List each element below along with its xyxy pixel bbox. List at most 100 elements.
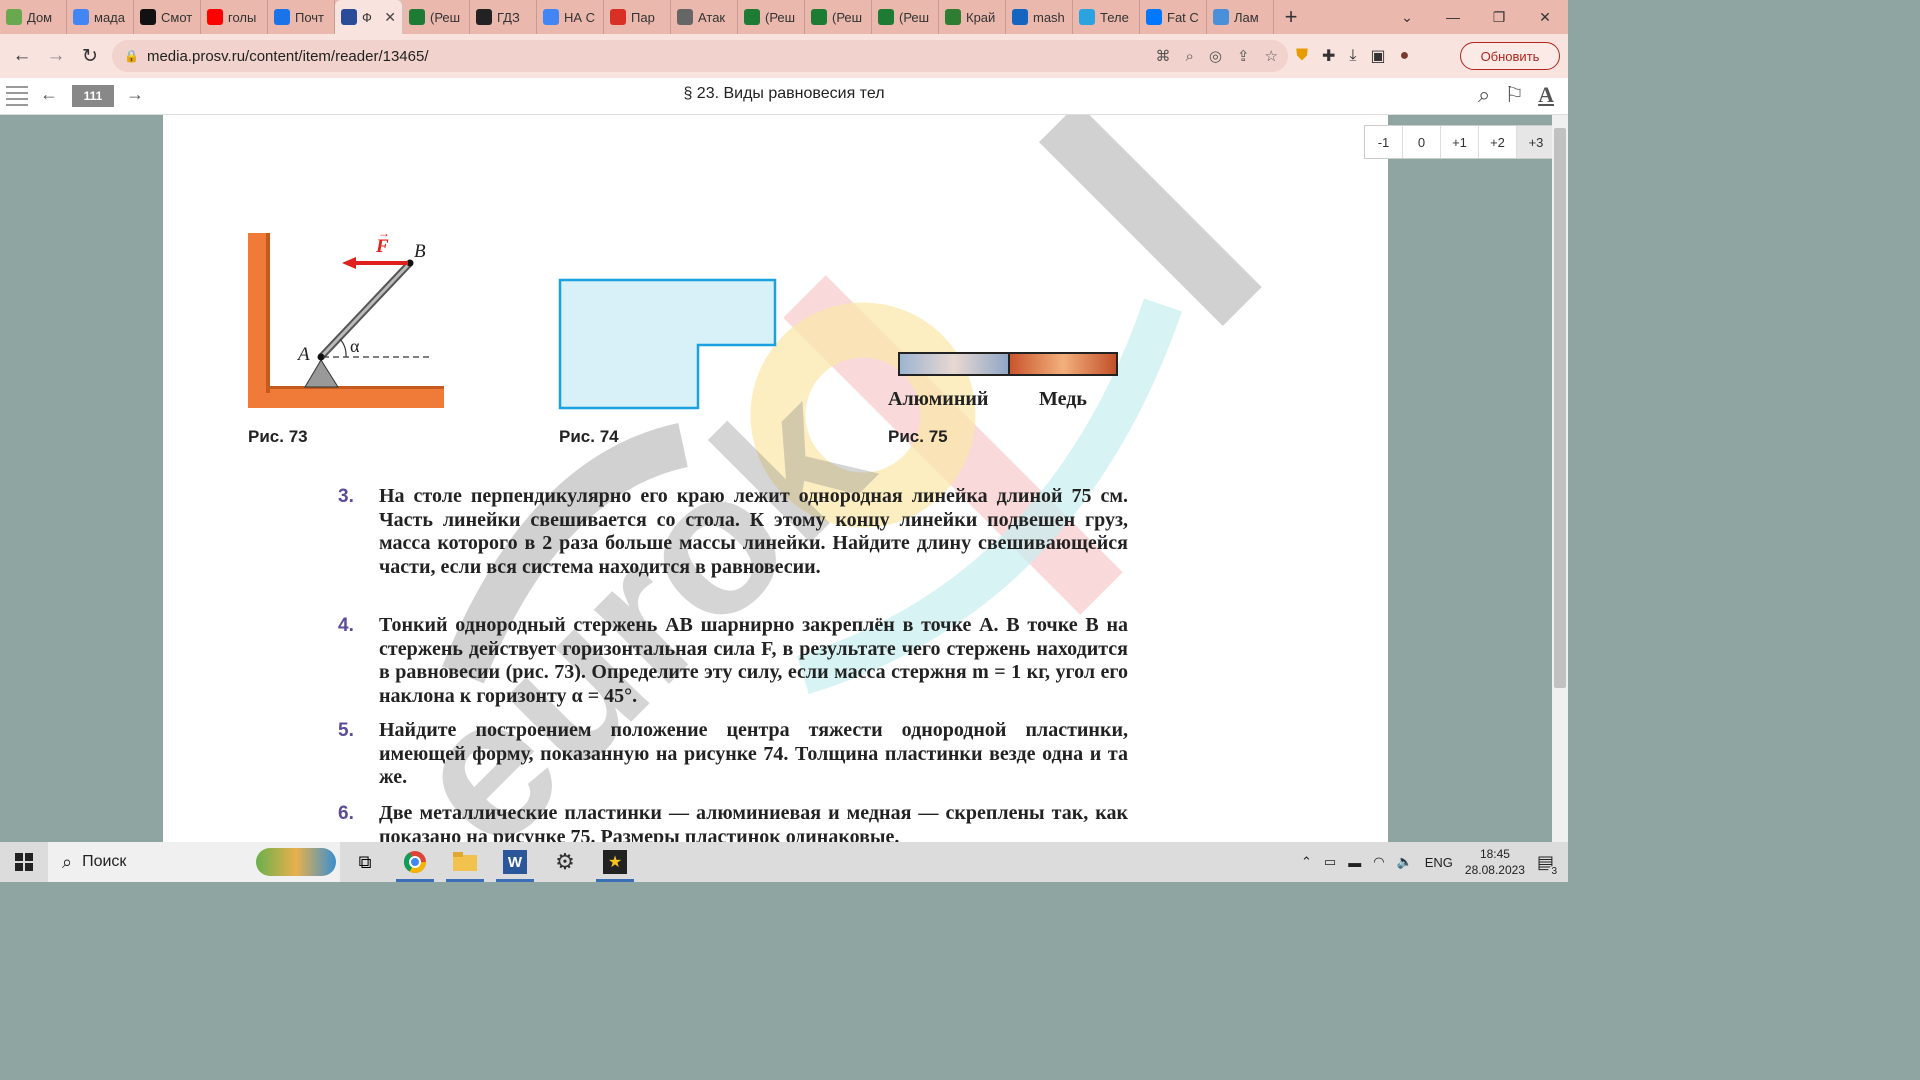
search-highlight-image — [256, 848, 336, 876]
zoom-plus-3[interactable]: +3 — [1517, 126, 1555, 158]
scroll-thumb[interactable] — [1554, 128, 1566, 688]
reading-mode-icon[interactable]: ◎ — [1209, 47, 1222, 65]
tab-label: Атак — [698, 9, 726, 25]
angle-arc — [339, 338, 347, 358]
new-tab-button[interactable]: + — [1274, 0, 1308, 34]
settings-icon[interactable]: ⚙ — [540, 842, 590, 882]
clock[interactable]: 18:45 28.08.2023 — [1465, 846, 1525, 878]
browser-tab[interactable]: Лам — [1207, 0, 1274, 34]
browser-tab[interactable]: Почт — [268, 0, 335, 34]
extensions-area: ⛊ ✚ ⤓ ▣ ● — [1296, 34, 1409, 78]
browser-tab[interactable]: Fat C — [1140, 0, 1207, 34]
windows-logo-icon — [15, 853, 33, 871]
tab-label: Край — [966, 9, 996, 25]
label-a: A — [296, 344, 310, 365]
taskbar-search[interactable]: ⌕ Поиск — [48, 842, 340, 882]
bookmark-icon[interactable]: ⚐ — [1504, 82, 1524, 108]
bookmark-star-icon[interactable]: ☆ — [1265, 47, 1278, 65]
clock-date: 28.08.2023 — [1464, 863, 1525, 877]
extensions-puzzle-icon[interactable]: ✚ — [1322, 46, 1335, 66]
media-app-icon[interactable]: ★ — [590, 842, 640, 882]
section-title: § 23. Виды равновесия тел — [683, 85, 885, 102]
reload-button[interactable]: ↻ — [74, 40, 106, 72]
browser-tab[interactable]: (Реш — [805, 0, 872, 34]
close-tab-icon[interactable]: ✕ — [384, 9, 396, 26]
notifications-icon[interactable]: ▤ 3 — [1537, 852, 1560, 877]
tab-label: Теле — [1100, 9, 1129, 25]
tray-chevron-icon[interactable]: ⌃ — [1301, 854, 1312, 870]
browser-tab[interactable]: НА С — [537, 0, 604, 34]
game-icon — [945, 9, 961, 25]
browser-tab[interactable]: ГДЗ — [470, 0, 537, 34]
browser-tab[interactable]: голы — [201, 0, 268, 34]
lock-icon[interactable]: 🔒 — [124, 49, 139, 63]
tab-label: (Реш — [899, 9, 930, 25]
browser-tab[interactable]: Смот — [134, 0, 201, 34]
minimize-button[interactable]: — — [1430, 0, 1476, 34]
update-button[interactable]: Обновить — [1460, 42, 1560, 70]
aluminium-label: Алюминий — [888, 388, 989, 410]
side-panel-icon[interactable]: ▣ — [1371, 46, 1386, 66]
star-clapper-icon: ★ — [603, 850, 627, 874]
tab-label: голы — [228, 9, 257, 25]
volume-icon[interactable]: 🔈 — [1397, 854, 1413, 870]
play-icon — [140, 9, 156, 25]
translate-icon[interactable]: ⌘ — [1155, 47, 1170, 65]
zoom-0[interactable]: 0 — [1403, 126, 1441, 158]
browser-tab[interactable]: Пар — [604, 0, 671, 34]
chrome-app-icon[interactable] — [390, 842, 440, 882]
copper-plate — [1008, 352, 1118, 376]
battery-icon[interactable]: ▬ — [1348, 855, 1361, 870]
search-icon[interactable]: ⌕ — [1478, 82, 1490, 108]
reshak-icon — [811, 9, 827, 25]
browser-tab[interactable]: (Реш — [872, 0, 939, 34]
reshak-icon — [409, 9, 425, 25]
file-explorer-icon[interactable] — [440, 842, 490, 882]
wifi-icon[interactable]: ◠ — [1373, 854, 1384, 870]
address-bar[interactable]: 🔒 media.prosv.ru/content/item/reader/134… — [112, 40, 1288, 72]
language-indicator[interactable]: ENG — [1425, 855, 1453, 870]
figure-75 — [898, 352, 1118, 376]
back-button[interactable]: ← — [6, 40, 38, 72]
zoom-icon[interactable]: ⌕ — [1185, 48, 1193, 65]
browser-tab[interactable]: (Реш — [738, 0, 805, 34]
browser-tab[interactable]: mash — [1006, 0, 1073, 34]
browser-tab[interactable]: Теле — [1073, 0, 1140, 34]
zoom-plus-2[interactable]: +2 — [1479, 126, 1517, 158]
search-icon: ⌕ — [62, 851, 73, 872]
browser-tab[interactable]: Ф ✕ — [335, 0, 403, 34]
forward-button[interactable]: → — [40, 40, 72, 72]
watermark-bar-gray — [1038, 115, 1262, 327]
system-tray: ⌃ ▭ ▬ ◠ 🔈 ENG 18:45 28.08.2023 ▤ 3 — [1301, 842, 1568, 882]
label-b: B — [414, 241, 426, 262]
close-window-button[interactable]: ✕ — [1522, 0, 1568, 34]
force-arrowhead — [342, 257, 356, 269]
zoom-control: -1 0 +1 +2 +3 — [1364, 125, 1556, 159]
browser-tab[interactable]: Атак — [671, 0, 738, 34]
browser-tab[interactable]: (Реш — [403, 0, 470, 34]
google-icon — [73, 9, 89, 25]
tab-search-icon[interactable]: ⌄ — [1384, 0, 1430, 34]
start-button[interactable] — [0, 842, 48, 882]
word-app-icon[interactable]: W — [490, 842, 540, 882]
tab-label: ГДЗ — [497, 9, 520, 25]
task-4: 4. Тонкий однородный стержень AB шарнирн… — [338, 614, 1128, 708]
text-size-icon[interactable]: A — [1538, 82, 1554, 108]
browser-tab[interactable]: Дом — [0, 0, 67, 34]
tab-label: Почт — [295, 9, 325, 25]
extension-shield-icon[interactable]: ⛊ — [1296, 47, 1308, 65]
share-icon[interactable]: ⇪ — [1237, 47, 1250, 65]
profile-avatar[interactable]: ● — [1400, 47, 1410, 65]
am-icon — [1213, 9, 1229, 25]
zoom-minus-1[interactable]: -1 — [1365, 126, 1403, 158]
notification-count-badge: 3 — [1548, 865, 1560, 877]
maximize-button[interactable]: ❐ — [1476, 0, 1522, 34]
task-view-icon[interactable]: ⧉ — [340, 842, 390, 882]
browser-tab[interactable]: мада — [67, 0, 134, 34]
mail-icon — [274, 9, 290, 25]
browser-tab[interactable]: Край — [939, 0, 1006, 34]
download-icon[interactable]: ⤓ — [1349, 47, 1356, 65]
copper-label: Медь — [1039, 388, 1087, 410]
tray-device-icon[interactable]: ▭ — [1324, 854, 1336, 870]
zoom-plus-1[interactable]: +1 — [1441, 126, 1479, 158]
